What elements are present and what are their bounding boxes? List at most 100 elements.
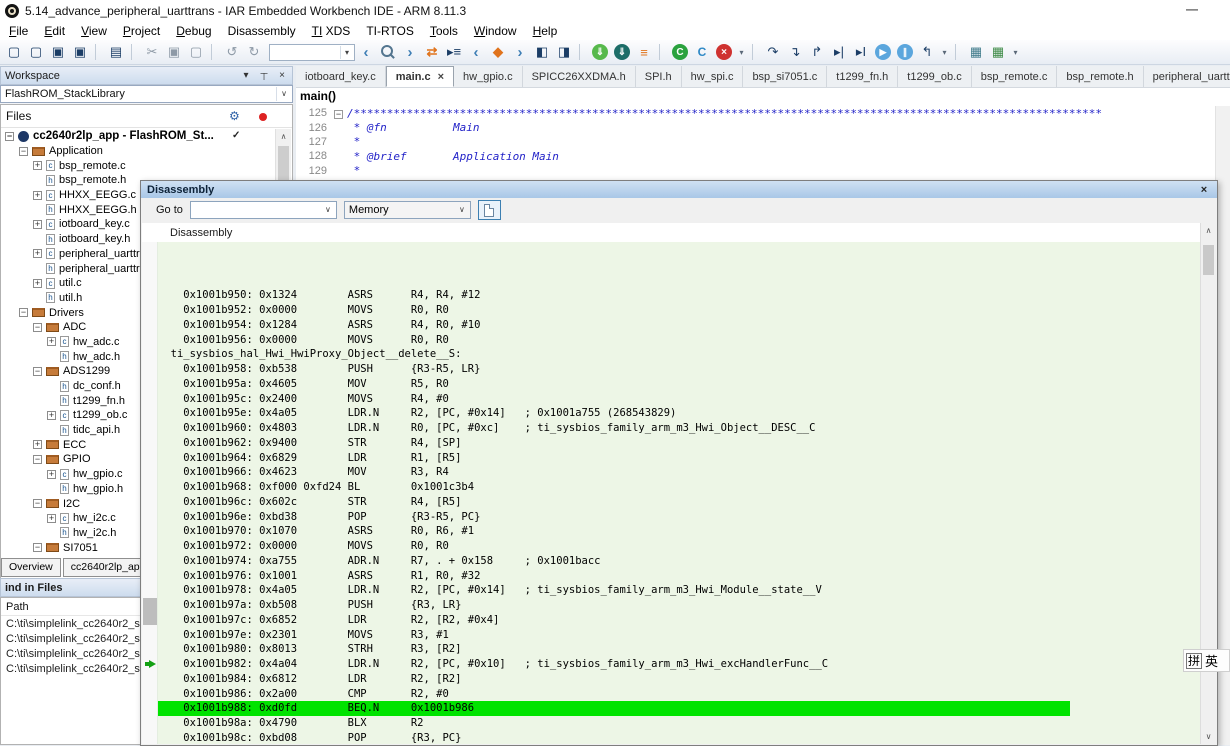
tree-expander[interactable]: +	[33, 191, 42, 200]
menu-item[interactable]: Project	[115, 23, 168, 39]
tree-expander[interactable]: −	[33, 499, 42, 508]
gear-icon[interactable]: ⚙	[229, 109, 240, 123]
tree-expander[interactable]: +	[33, 440, 42, 449]
editor-tab[interactable]: SPICC26XXDMA.h	[523, 66, 636, 87]
disassembly-line[interactable]: 0x1001b950: 0x1324 ASRS R4, R4, #12	[158, 288, 1200, 303]
next-statement-icon[interactable]: ▸|	[829, 42, 849, 62]
chevron-down-icon[interactable]: ▾	[340, 46, 353, 59]
disassembly-line[interactable]: 0x1001b964: 0x6829 LDR R1, [R5]	[158, 451, 1200, 466]
reset-icon[interactable]: C	[672, 44, 688, 60]
disassembly-line[interactable]: 0x1001b962: 0x9400 STR R4, [SP]	[158, 436, 1200, 451]
build-configuration-dropdown[interactable]: FlashROM_StackLibrary ∨	[0, 85, 293, 103]
disassembly-line[interactable]: 0x1001b974: 0xa755 ADR.N R7, . + 0x158 ;…	[158, 554, 1200, 569]
tree-expander[interactable]: −	[19, 147, 28, 156]
tree-expander[interactable]: +	[33, 279, 42, 288]
step-out-icon[interactable]: ↱	[807, 42, 827, 62]
save-all-icon[interactable]: ▣	[70, 42, 90, 62]
disassembly-line[interactable]: 0x1001b98a: 0x4790 BLX R2	[158, 716, 1200, 731]
editor-tab[interactable]: bsp_remote.h	[1057, 66, 1143, 87]
chevron-down-icon[interactable]: ▾	[240, 70, 252, 81]
disassembly-line[interactable]: 0x1001b97e: 0x2301 MOVS R3, #1	[158, 628, 1200, 643]
tree-expander[interactable]: +	[47, 514, 56, 523]
next-bookmark-icon[interactable]: ›	[510, 42, 530, 62]
menu-item[interactable]: Help	[525, 23, 566, 39]
editor-line[interactable]: 127 *	[296, 135, 1215, 149]
tree-expander[interactable]: +	[47, 337, 56, 346]
disassembly-line[interactable]: 0x1001b970: 0x1070 ASRS R0, R6, #1	[158, 524, 1200, 539]
cut-icon[interactable]: ✂	[142, 42, 162, 62]
close-icon[interactable]: ×	[438, 71, 444, 83]
minimize-button[interactable]: —	[1179, 2, 1205, 16]
workspace-tab[interactable]: Overview	[1, 558, 61, 577]
tree-expander[interactable]: −	[5, 132, 14, 141]
break-icon[interactable]: ∥	[897, 44, 913, 60]
find-previous-icon[interactable]: ‹	[356, 42, 376, 62]
editor-tab[interactable]: bsp_si7051.c	[743, 66, 827, 87]
disassembly-line[interactable]: 0x1001b986: 0x2a00 CMP R2, #0	[158, 687, 1200, 702]
editor-tab[interactable]: main.c ×	[386, 66, 454, 87]
run-to-cursor-icon[interactable]: ▸I	[851, 42, 871, 62]
print-icon[interactable]: ▤	[106, 42, 126, 62]
editor-tab[interactable]: t1299_ob.c	[898, 66, 971, 87]
menu-item[interactable]: TI-RTOS	[358, 23, 422, 39]
disassembly-line[interactable]: 0x1001b972: 0x0000 MOVS R0, R0	[158, 539, 1200, 554]
disassembly-line[interactable]: 0x1001b982: 0x4a04 LDR.N R2, [PC, #0x10]…	[158, 657, 1200, 672]
tree-item[interactable]: + bsp_remote.c	[2, 158, 275, 173]
editor-line[interactable]: 125 − /*********************************…	[296, 106, 1215, 120]
call-stack-icon[interactable]: ▦	[966, 42, 986, 62]
fold-toggle[interactable]: −	[334, 106, 347, 120]
find-combobox[interactable]: ▾	[269, 44, 355, 61]
goto-icon[interactable]: ▸≡	[444, 42, 464, 62]
chevron-down-icon[interactable]: ∨	[455, 203, 469, 217]
menu-item[interactable]: View	[73, 23, 115, 39]
disassembly-line[interactable]: 0x1001b958: 0xb538 PUSH {R3-R5, LR}	[158, 362, 1200, 377]
tree-expander[interactable]: −	[33, 543, 42, 552]
scroll-up-icon[interactable]: ∧	[276, 129, 291, 144]
tree-expander[interactable]: −	[33, 455, 42, 464]
tree-expander[interactable]: −	[33, 323, 42, 332]
disassembly-line[interactable]: 0x1001b978: 0x4a05 LDR.N R2, [PC, #0x14]…	[158, 583, 1200, 598]
disassembly-line[interactable]: 0x1001b98c: 0xbd08 POP {R3, PC}	[158, 731, 1200, 744]
menu-item[interactable]: Debug	[168, 23, 219, 39]
menu-item[interactable]: File	[1, 23, 36, 39]
menu-item[interactable]: Edit	[36, 23, 73, 39]
go-icon[interactable]: ▶	[875, 44, 891, 60]
prev-doc-icon[interactable]: ◧	[532, 42, 552, 62]
save-icon[interactable]: ▣	[48, 42, 68, 62]
disassembly-line[interactable]: ti_sysbios_hal_Hwi_HwiProxy_Object__dele…	[158, 347, 1200, 362]
editor-line[interactable]: 129 *	[296, 164, 1215, 178]
scroll-down-icon[interactable]: ∨	[1201, 729, 1216, 744]
tree-expander[interactable]: +	[33, 161, 42, 170]
disassembly-line[interactable]: 0x1001b976: 0x1001 ASRS R1, R0, #32	[158, 569, 1200, 584]
code-coverage-button[interactable]	[478, 200, 501, 220]
editor-tab[interactable]: bsp_remote.c	[972, 66, 1058, 87]
disassembly-line[interactable]: 0x1001b95a: 0x4605 MOV R5, R0	[158, 377, 1200, 392]
disassembly-line[interactable]: 0x1001b95e: 0x4a05 LDR.N R2, [PC, #0x14]…	[158, 406, 1200, 421]
ime-pinyin-button[interactable]: 拼	[1186, 653, 1202, 669]
disassembly-line[interactable]: 0x1001b97a: 0xb508 PUSH {R3, LR}	[158, 598, 1200, 613]
step-into-icon[interactable]: ↴	[785, 42, 805, 62]
replace-icon[interactable]: ⇄	[422, 42, 442, 62]
disassembly-line[interactable]: 0x1001b96c: 0x602c STR R4, [R5]	[158, 495, 1200, 510]
close-icon[interactable]: ×	[1197, 184, 1211, 196]
disassembly-line[interactable]: 0x1001b960: 0x4803 LDR.N R0, [PC, #0xc] …	[158, 421, 1200, 436]
chevron-down-icon[interactable]: ∨	[321, 203, 335, 217]
step-over-icon[interactable]: ↷	[763, 42, 783, 62]
editor-tab[interactable]: hw_gpio.c	[454, 66, 523, 87]
disassembly-line[interactable]: 0x1001b96e: 0xbd38 POP {R3-R5, PC}	[158, 510, 1200, 525]
editor-line[interactable]: 128 * @brief Application Main	[296, 149, 1215, 163]
next-doc-icon[interactable]: ◨	[554, 42, 574, 62]
stop-debugging-icon[interactable]: ×	[716, 44, 732, 60]
scroll-up-icon[interactable]: ∧	[1201, 223, 1216, 238]
download-icon[interactable]: ⇓	[592, 44, 608, 60]
menu-item[interactable]: Window	[466, 23, 525, 39]
download-flash-icon[interactable]: ⇓	[614, 44, 630, 60]
disassembly-line[interactable]: 0x1001b988: 0xd0fd BEQ.N 0x1001b986	[158, 701, 1200, 716]
disassembly-line[interactable]: 0x1001b97c: 0x6852 LDR R2, [R2, #0x4]	[158, 613, 1200, 628]
reset-program-icon[interactable]: ↰	[917, 42, 937, 62]
tree-expander[interactable]: +	[47, 411, 56, 420]
prev-bookmark-icon[interactable]: ‹	[466, 42, 486, 62]
tree-expander[interactable]: +	[33, 249, 42, 258]
undo-icon[interactable]: ↺	[222, 42, 242, 62]
paste-icon[interactable]: ▢	[186, 42, 206, 62]
